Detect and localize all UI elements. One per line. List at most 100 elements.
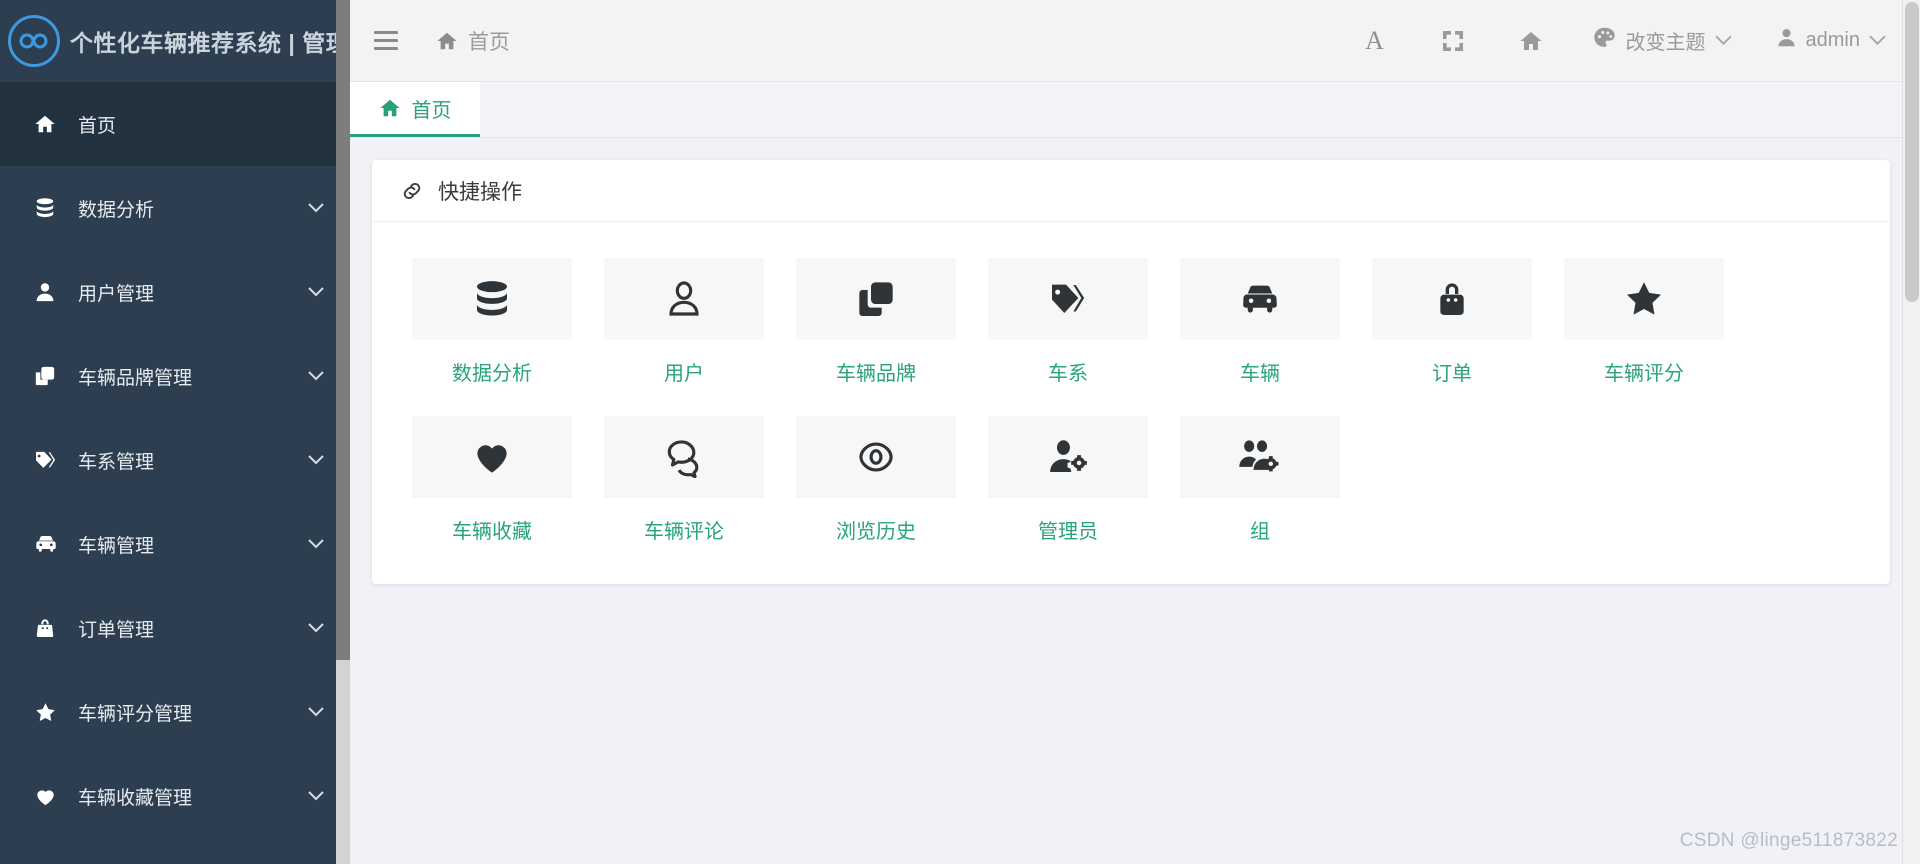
sidebar: 个性化车辆推荐系统 | 管理员 首页 数据分析 用户管理 车辆品牌管理 车系管理… — [0, 0, 350, 864]
font-size-icon[interactable]: A — [1336, 0, 1414, 82]
user-menu[interactable]: admin — [1754, 0, 1920, 82]
sidebar-item-order-management[interactable]: 订单管理 — [0, 586, 350, 670]
quick-action-label: 车辆评分 — [1604, 363, 1684, 385]
quick-action-rating[interactable]: 车辆评分 — [1564, 258, 1724, 386]
sidebar-menu: 首页 数据分析 用户管理 车辆品牌管理 车系管理 车辆管理 订单管理 车辆评分管… — [0, 82, 350, 838]
chevron-down-icon — [308, 455, 324, 465]
quick-action-user[interactable]: 用户 — [604, 258, 764, 386]
quick-action-label: 车系 — [1048, 363, 1088, 385]
quick-action-group[interactable]: 组 — [1180, 416, 1340, 544]
quick-action-label: 浏览历史 — [836, 521, 916, 543]
database-icon — [34, 197, 66, 219]
sidebar-item-favorite-management[interactable]: 车辆收藏管理 — [0, 754, 350, 838]
theme-switcher[interactable]: 改变主题 — [1570, 0, 1754, 82]
chevron-down-icon — [1714, 33, 1732, 49]
topbar: 首页 A 改变主题 admin — [350, 0, 1920, 82]
infinity-icon — [8, 15, 60, 67]
quick-action-series[interactable]: 车系 — [988, 258, 1148, 386]
clone-icon — [34, 365, 66, 387]
quick-action-label: 车辆 — [1240, 363, 1280, 385]
car-icon — [1180, 258, 1340, 340]
font-size-label: A — [1365, 25, 1384, 55]
users-gear-icon — [1180, 416, 1340, 498]
sidebar-item-series-management[interactable]: 车系管理 — [0, 418, 350, 502]
hamburger-icon[interactable] — [374, 21, 414, 61]
chevron-down-icon — [308, 623, 324, 633]
tab-label: 首页 — [411, 99, 452, 122]
sidebar-item-vehicle-brand-management[interactable]: 车辆品牌管理 — [0, 334, 350, 418]
quick-action-label: 车辆收藏 — [452, 521, 532, 543]
sidebar-item-label: 车辆品牌管理 — [78, 367, 193, 389]
palette-icon — [1592, 25, 1617, 56]
sidebar-item-home[interactable]: 首页 — [0, 82, 350, 166]
quick-action-favorite[interactable]: 车辆收藏 — [412, 416, 572, 544]
quick-action-label: 车辆品牌 — [836, 363, 916, 385]
fullscreen-icon[interactable] — [1414, 0, 1492, 82]
app-root: 个性化车辆推荐系统 | 管理员 首页 数据分析 用户管理 车辆品牌管理 车系管理… — [0, 0, 1920, 864]
theme-switcher-label: 改变主题 — [1625, 32, 1706, 54]
quick-action-label: 数据分析 — [452, 363, 532, 385]
home-icon — [34, 113, 66, 135]
sidebar-item-label: 车辆管理 — [78, 535, 155, 557]
card-title: 快捷操作 — [438, 180, 522, 204]
watermark: CSDN @linge511873822 — [1679, 830, 1898, 851]
quick-action-browse-history[interactable]: 浏览历史 — [796, 416, 956, 544]
topbar-actions: A 改变主题 admin — [1336, 0, 1920, 81]
main-area: 首页 A 改变主题 admin 首页 快捷操作 数据分析 用户 车辆品牌 车系 … — [350, 0, 1920, 864]
quick-action-vehicle-brand[interactable]: 车辆品牌 — [796, 258, 956, 386]
user-gear-icon — [988, 416, 1148, 498]
quick-action-label: 车辆评论 — [644, 521, 724, 543]
sidebar-item-data-analysis[interactable]: 数据分析 — [0, 166, 350, 250]
user-icon — [604, 258, 764, 340]
tab-strip: 首页 — [350, 82, 1920, 138]
brand[interactable]: 个性化车辆推荐系统 | 管理员 — [0, 0, 350, 82]
bag-icon — [34, 617, 66, 639]
quick-action-comment[interactable]: 车辆评论 — [604, 416, 764, 544]
chevron-down-icon — [308, 707, 324, 717]
tags-icon — [988, 258, 1148, 340]
sidebar-item-label: 订单管理 — [78, 619, 155, 641]
content-area: 快捷操作 数据分析 用户 车辆品牌 车系 车辆 订单 车辆评分 车辆收藏 车辆评… — [350, 138, 1920, 864]
tab-home[interactable]: 首页 — [350, 82, 480, 137]
brand-title: 个性化车辆推荐系统 | 管理员 — [70, 30, 350, 56]
sidebar-item-rating-management[interactable]: 车辆评分管理 — [0, 670, 350, 754]
chevron-down-icon — [308, 371, 324, 381]
chevron-down-icon — [308, 203, 324, 213]
quick-action-data-analysis[interactable]: 数据分析 — [412, 258, 572, 386]
eye-icon — [796, 416, 956, 498]
home-icon — [436, 30, 458, 52]
home-icon — [379, 97, 401, 119]
quick-action-admin[interactable]: 管理员 — [988, 416, 1148, 544]
page-scrollbar-thumb[interactable] — [1905, 2, 1919, 302]
sidebar-item-label: 首页 — [78, 115, 117, 137]
link-icon — [400, 179, 424, 203]
clone-icon — [796, 258, 956, 340]
database-icon — [412, 258, 572, 340]
chevron-down-icon — [308, 539, 324, 549]
comments-icon — [604, 416, 764, 498]
quick-action-vehicle[interactable]: 车辆 — [1180, 258, 1340, 386]
sidebar-scrollbar-thumb[interactable] — [336, 0, 350, 660]
quick-action-label: 订单 — [1432, 363, 1472, 385]
sidebar-item-label: 数据分析 — [78, 199, 155, 221]
sidebar-item-label: 车系管理 — [78, 451, 155, 473]
quick-action-order[interactable]: 订单 — [1372, 258, 1532, 386]
user-menu-label: admin — [1805, 29, 1860, 51]
user-icon — [34, 281, 66, 303]
page-scrollbar[interactable] — [1902, 0, 1920, 864]
heart-icon — [34, 785, 66, 808]
sidebar-item-label: 车辆评分管理 — [78, 703, 193, 725]
breadcrumb[interactable]: 首页 — [436, 26, 510, 56]
sidebar-item-label: 用户管理 — [78, 283, 155, 305]
bag-icon — [1372, 258, 1532, 340]
chevron-down-icon — [308, 287, 324, 297]
sidebar-item-user-management[interactable]: 用户管理 — [0, 250, 350, 334]
breadcrumb-label: 首页 — [468, 30, 510, 54]
home-icon[interactable] — [1492, 0, 1570, 82]
quick-action-label: 用户 — [664, 363, 704, 385]
sidebar-item-vehicle-management[interactable]: 车辆管理 — [0, 502, 350, 586]
sidebar-scrollbar[interactable] — [336, 0, 350, 864]
card-body: 数据分析 用户 车辆品牌 车系 车辆 订单 车辆评分 车辆收藏 车辆评论 浏览历… — [372, 222, 1890, 584]
card-header: 快捷操作 — [372, 160, 1890, 222]
chevron-down-icon — [1869, 33, 1886, 49]
